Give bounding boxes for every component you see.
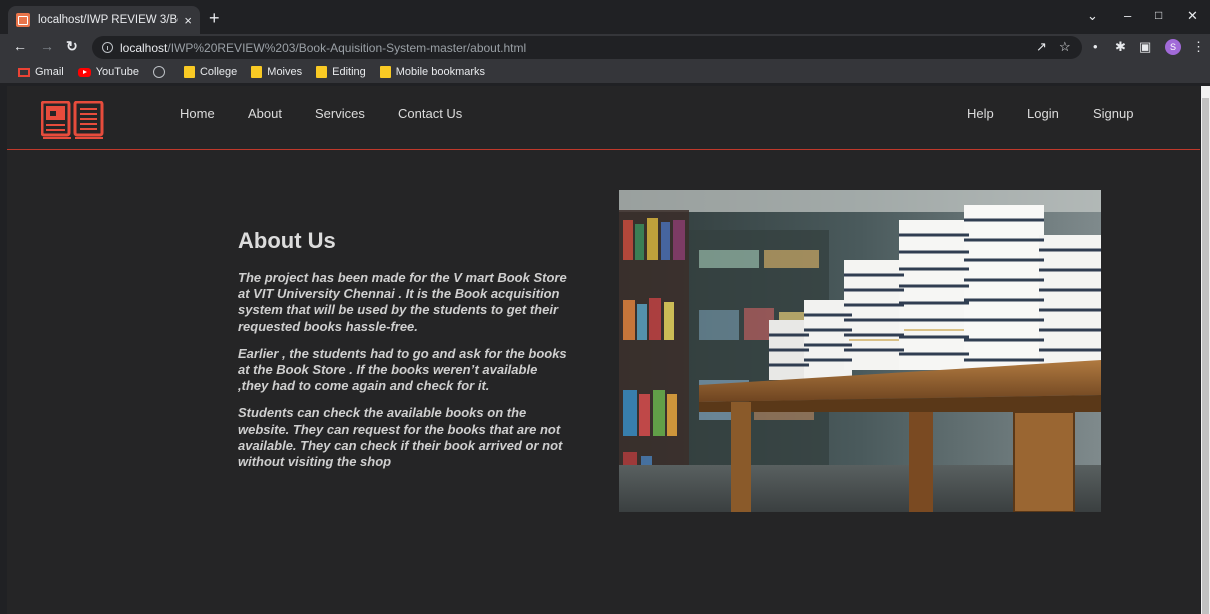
browser-toolbar: ← → ↻ localhost/IWP%20REVIEW%203/Book-Aq…: [0, 34, 1210, 61]
side-panel-icon[interactable]: ▣: [1139, 40, 1151, 54]
restore-icon[interactable]: □: [1155, 8, 1162, 22]
scrollbar-thumb[interactable]: [1202, 98, 1209, 614]
about-paragraph: Earlier , the students had to go and ask…: [238, 345, 567, 394]
tab-title: localhost/IWP REVIEW 3/Book-A: [38, 14, 178, 26]
bookmark-label: College: [199, 66, 238, 78]
nav-contact-us[interactable]: Contact Us: [398, 106, 462, 121]
address-bar[interactable]: localhost/IWP%20REVIEW%203/Book-Aquisiti…: [92, 36, 1082, 59]
bookmark-folder-mobile[interactable]: Mobile bookmarks: [379, 66, 486, 78]
bookmark-folder-moives[interactable]: Moives: [251, 66, 302, 78]
tab-close-icon[interactable]: ×: [184, 13, 192, 28]
nav-about[interactable]: About: [248, 106, 282, 121]
about-section: About Us The project has been made for t…: [238, 228, 568, 481]
bookmark-gmail[interactable]: Gmail: [18, 66, 64, 78]
bookmark-label: Mobile bookmarks: [395, 66, 486, 78]
new-tab-button[interactable]: +: [209, 9, 220, 27]
bookmark-label: Gmail: [35, 66, 64, 78]
folder-icon: [379, 66, 391, 78]
globe-icon: [152, 66, 165, 78]
folder-icon: [183, 66, 195, 78]
extension-icon[interactable]: •: [1093, 40, 1098, 54]
about-title: About Us: [238, 228, 336, 253]
browser-tab-strip: localhost/IWP REVIEW 3/Book-A × + ⌄ – □ …: [0, 0, 1210, 34]
bookstore-image: [619, 190, 1101, 512]
folder-icon: [316, 66, 328, 78]
bookmark-label: Moives: [267, 66, 303, 78]
bookmark-youtube[interactable]: YouTube: [77, 66, 139, 78]
url-host: localhost: [120, 40, 168, 55]
about-paragraph: Students can check the available books o…: [238, 405, 563, 470]
bookmark-globe[interactable]: [152, 66, 170, 78]
bookmark-label: Editing: [332, 66, 366, 78]
back-icon[interactable]: ←: [13, 38, 27, 54]
nav-login[interactable]: Login: [1027, 106, 1059, 121]
folder-icon: [251, 66, 263, 78]
extensions-puzzle-icon[interactable]: ✱: [1115, 40, 1126, 54]
bookmark-folder-editing[interactable]: Editing: [316, 66, 366, 78]
nav-signup[interactable]: Signup: [1093, 106, 1133, 121]
youtube-icon: [77, 67, 91, 77]
page-scrollbar[interactable]: [1201, 86, 1210, 614]
gmail-icon: [18, 67, 30, 77]
profile-avatar[interactable]: S: [1165, 39, 1181, 55]
share-icon[interactable]: ↗: [1036, 40, 1047, 54]
bookmark-label: YouTube: [95, 66, 139, 78]
bookmark-folder-college[interactable]: College: [183, 66, 238, 78]
nav-services[interactable]: Services: [315, 106, 365, 121]
site-header: Home About Services Contact Us Help Logi…: [7, 86, 1200, 150]
about-paragraph: The project has been made for the V mart…: [238, 270, 567, 334]
site-favicon-icon: [16, 13, 30, 27]
reload-icon[interactable]: ↻: [66, 38, 78, 55]
browser-menu-icon[interactable]: ⋮: [1192, 40, 1205, 54]
nav-home[interactable]: Home: [180, 106, 215, 121]
forward-icon[interactable]: →: [40, 38, 54, 54]
browser-tab[interactable]: localhost/IWP REVIEW 3/Book-A ×: [8, 6, 200, 34]
book-logo-icon[interactable]: [41, 101, 105, 141]
url-path: /IWP%20REVIEW%203/Book-Aquisition-System…: [167, 40, 527, 55]
site-info-icon[interactable]: [102, 42, 113, 53]
bookmark-star-icon[interactable]: ☆: [1059, 40, 1071, 54]
tab-search-icon[interactable]: ⌄: [1087, 8, 1098, 24]
window-close-icon[interactable]: ✕: [1187, 8, 1198, 24]
web-page: Home About Services Contact Us Help Logi…: [7, 86, 1200, 614]
nav-help[interactable]: Help: [967, 106, 994, 121]
minimize-icon[interactable]: –: [1124, 8, 1131, 23]
bookmarks-bar: Gmail YouTube College Moives Editing Mob…: [0, 61, 1210, 83]
